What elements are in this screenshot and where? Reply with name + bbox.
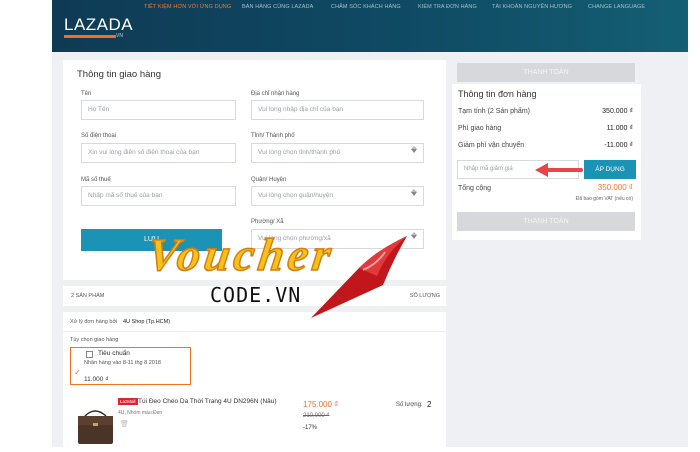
product-discount: -17% (303, 425, 318, 431)
shipping-fee-label: Phí giao hàng (458, 125, 502, 132)
page-curl-logo-icon (311, 236, 407, 318)
lazada-logo[interactable]: LAZADA (64, 15, 133, 35)
handbag-icon (78, 410, 113, 444)
province-label: Tỉnh/ Thành phố (251, 133, 295, 139)
product-old-price: 210.000 ₫ (303, 413, 330, 419)
shipping-title: Thông tin giao hàng (77, 69, 161, 80)
seller-divider (63, 331, 446, 332)
product-price: 175.000 ₫ (303, 400, 339, 409)
phone-label: Số điện thoại (81, 133, 117, 139)
qty-value[interactable]: 2 (427, 400, 431, 409)
apply-voucher-button[interactable]: ÁP DỤNG (584, 160, 636, 179)
pointer-arrow-icon (535, 163, 583, 177)
address-input[interactable]: Vui lòng nhập địa chỉ của bạn (251, 100, 424, 120)
delivery-option-name: Tiêu chuẩn (98, 350, 130, 357)
checkout-button-top[interactable]: THANH TOÁN (457, 63, 635, 82)
district-label: Quận/ Huyện (251, 177, 287, 183)
summary-title: Thông tin đơn hàng (458, 89, 537, 99)
nav-account[interactable]: TÀI KHOẢN NGUYỄN HƯƠNG (492, 4, 572, 10)
district-select[interactable]: Vui lòng chọn quận/huyện (251, 186, 424, 206)
screenshot-stage: TIẾT KIỆM HƠN VỚI ỨNG DỤNG BÁN HÀNG CÙNG… (0, 0, 700, 447)
cart-qty-header: SỐ LƯỢNG (409, 293, 440, 299)
shipping-fee-value: 11.000 ₫ (606, 125, 633, 132)
shipping-discount-label: Giảm phí vận chuyển (458, 142, 525, 149)
total-value: 350.000 ₫ (597, 183, 633, 192)
nav-track-order[interactable]: KIỂM TRA ĐƠN HÀNG (418, 4, 477, 10)
province-select-value: Vui lòng chọn tỉnh/thành phố (258, 149, 341, 156)
district-select-value: Vui lòng chọn quận/huyện (258, 192, 333, 199)
lazmall-badge: LazMall (118, 398, 138, 405)
product-image[interactable] (73, 402, 118, 447)
name-input[interactable]: Họ Tên (81, 100, 236, 120)
total-label: Tổng cộng (458, 185, 492, 192)
ward-label: Phường/ Xã (251, 219, 284, 225)
qty-label: Số lượng: (396, 402, 423, 408)
nav-sell[interactable]: BÁN HÀNG CÙNG LAZADA (242, 4, 313, 10)
nav-app-savings[interactable]: TIẾT KIỆM HƠN VỚI ỨNG DỤNG (144, 4, 231, 10)
product-variant: 4U, Nhóm màu:Đen (118, 410, 163, 416)
tax-input[interactable]: Nhập mã số thuế của bạn (81, 186, 236, 206)
subtotal-label: Tạm tính (2 Sản phẩm) (458, 108, 530, 115)
site-header: TIẾT KIỆM HƠN VỚI ỨNG DỤNG BÁN HÀNG CÙNG… (52, 0, 688, 52)
checkout-button-bottom[interactable]: THANH TOÁN (457, 212, 635, 231)
province-select[interactable]: Vui lòng chọn tỉnh/thành phố (251, 143, 424, 163)
cart-items-panel: Xử lý đơn hàng bởi 4U Shop (Tp.HCM) Tùy … (63, 312, 446, 447)
box-icon (86, 351, 93, 358)
vat-note: Đã bao gồm VAT (nếu có) (575, 196, 633, 202)
product-name[interactable]: Túi Đeo Chéo Da Thời Trang 4U DN296N (Nâ… (138, 398, 288, 405)
shipping-discount-value: -11.000 ₫ (604, 142, 633, 149)
address-label: Địa chỉ nhận hàng (251, 91, 300, 97)
delivery-option-date: Nhận hàng vào 8-11 thg 8 2018 (84, 360, 161, 366)
phone-input[interactable]: Xin vui lòng điền số điện thoại của bạn (81, 143, 236, 163)
delivery-choice-label: Tùy chọn giao hàng (70, 337, 119, 343)
subtotal-value: 350.000 ₫ (602, 108, 633, 115)
delivery-option-price: 11.000 ₫ (84, 376, 109, 383)
nav-change-language[interactable]: CHANGE LANGUAGE (588, 4, 645, 10)
delivery-option-card[interactable]: ✓ Tiêu chuẩn Nhận hàng vào 8-11 thg 8 20… (70, 347, 191, 385)
watermark-domain: CODE.VN (210, 283, 302, 307)
nav-customer-care[interactable]: CHĂM SÓC KHÁCH HÀNG (331, 4, 401, 10)
trash-icon[interactable]: 🗑 (120, 420, 129, 428)
logo-region: VN (116, 33, 123, 39)
name-label: Tên (81, 91, 92, 97)
selected-check-icon: ✓ (74, 368, 81, 377)
top-nav: TIẾT KIỆM HƠN VỚI ỨNG DỤNG BÁN HÀNG CÙNG… (52, 4, 688, 14)
logo-underline (64, 35, 116, 38)
seller-prefix: Xử lý đơn hàng bởi (70, 319, 118, 325)
tax-label: Mã số thuế (81, 177, 111, 183)
cart-item-count: 2 SẢN PHẨM (71, 293, 105, 299)
seller-name[interactable]: 4U Shop (Tp.HCM) (123, 319, 170, 325)
